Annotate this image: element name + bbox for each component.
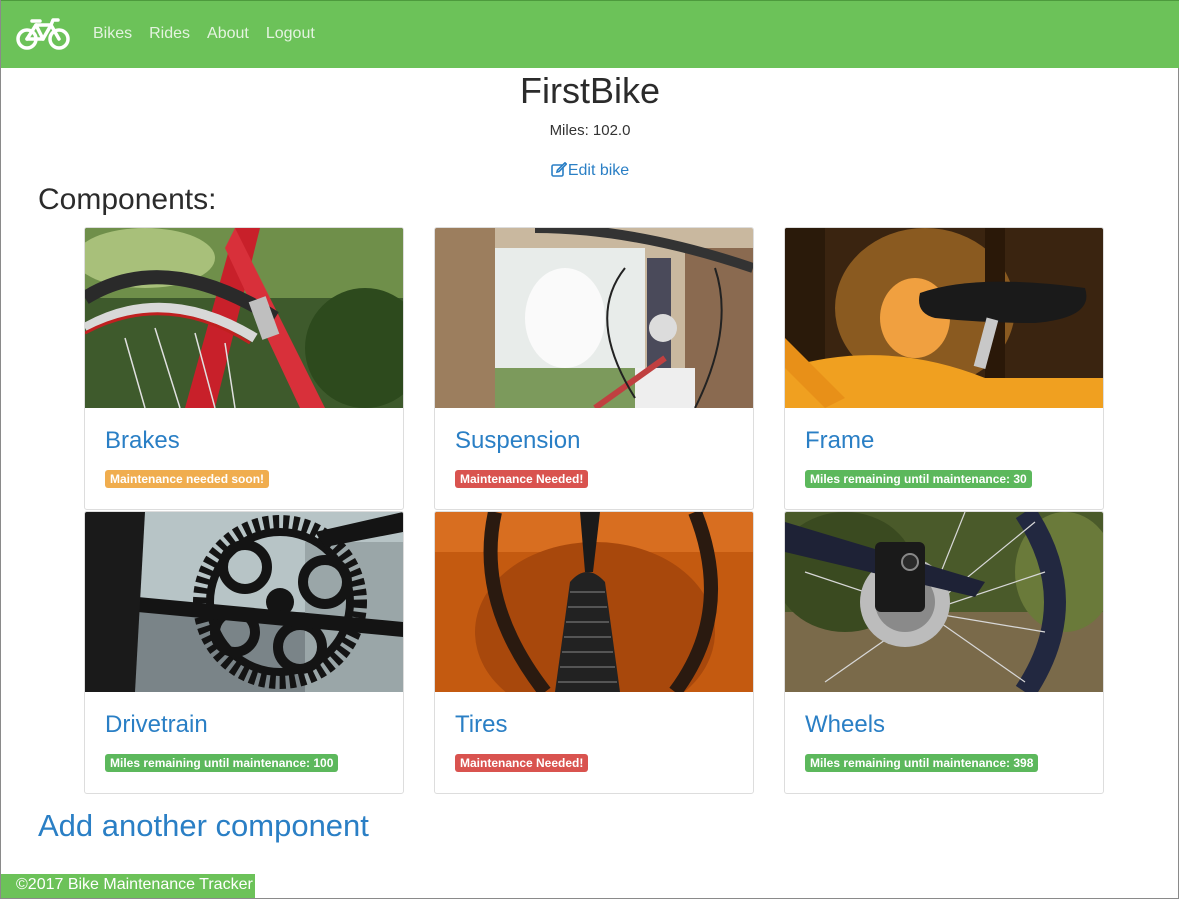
component-photo-drivetrain — [85, 512, 403, 692]
component-card-brakes[interactable]: Brakes Maintenance needed soon! — [84, 227, 404, 510]
footer: ©2017 Bike Maintenance Tracker — [1, 874, 255, 898]
nav-link-rides[interactable]: Rides — [149, 25, 190, 43]
status-badge: Maintenance Needed! — [455, 754, 589, 772]
nav-link-about[interactable]: About — [207, 25, 249, 43]
status-badge: Miles remaining until maintenance: 100 — [105, 754, 339, 772]
navbar: Bikes Rides About Logout — [1, 0, 1179, 68]
component-photo-frame — [785, 228, 1103, 408]
status-badge: Miles remaining until maintenance: 30 — [805, 470, 1032, 488]
component-card-wheels[interactable]: Wheels Miles remaining until maintenance… — [784, 511, 1104, 794]
component-card-suspension[interactable]: Suspension Maintenance Needed! — [434, 227, 754, 510]
component-name-tires[interactable]: Tires — [455, 711, 507, 739]
component-name-drivetrain[interactable]: Drivetrain — [105, 711, 208, 739]
status-badge: Maintenance Needed! — [455, 470, 589, 488]
bike-title: FirstBike — [519, 70, 660, 111]
nav-link-logout[interactable]: Logout — [266, 25, 315, 43]
component-photo-tires — [435, 512, 753, 692]
edit-icon — [551, 161, 568, 182]
status-badge: Maintenance needed soon! — [105, 470, 270, 488]
component-card-frame[interactable]: Frame Miles remaining until maintenance:… — [784, 227, 1104, 510]
bike-miles: Miles: 102.0 — [549, 122, 631, 139]
component-name-frame[interactable]: Frame — [805, 427, 874, 455]
add-component-link[interactable]: Add another component — [38, 808, 369, 844]
component-photo-wheels — [785, 512, 1103, 692]
edit-bike-link[interactable]: Edit bike — [1, 161, 1179, 182]
component-name-wheels[interactable]: Wheels — [805, 711, 885, 739]
components-heading: Components: — [38, 183, 217, 216]
nav-links: Bikes Rides About Logout — [93, 25, 332, 43]
bicycle-icon[interactable] — [16, 17, 70, 51]
component-name-brakes[interactable]: Brakes — [105, 427, 180, 455]
component-card-drivetrain[interactable]: Drivetrain Miles remaining until mainten… — [84, 511, 404, 794]
edit-bike-label: Edit bike — [567, 162, 630, 179]
nav-link-bikes[interactable]: Bikes — [93, 25, 132, 43]
status-badge: Miles remaining until maintenance: 398 — [805, 754, 1039, 772]
component-photo-suspension — [435, 228, 753, 408]
component-name-suspension[interactable]: Suspension — [455, 427, 580, 455]
component-card-tires[interactable]: Tires Maintenance Needed! — [434, 511, 754, 794]
component-photo-brakes — [85, 228, 403, 408]
